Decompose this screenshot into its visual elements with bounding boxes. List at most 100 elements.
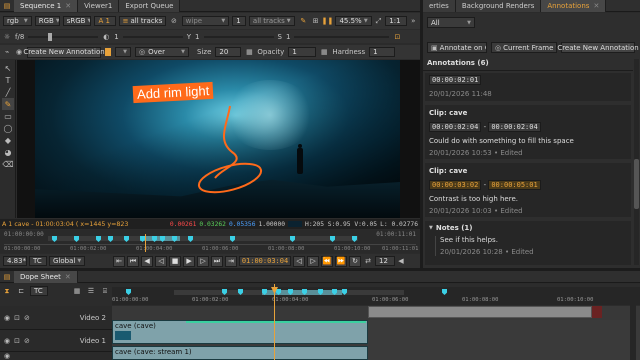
keyframe-marker[interactable] <box>96 236 101 242</box>
grid-icon[interactable]: ▦ <box>72 287 82 295</box>
fill-tool-icon[interactable]: ◆ <box>2 134 14 146</box>
keyframe-marker[interactable] <box>74 236 79 242</box>
fps-field[interactable]: 12 <box>375 256 395 266</box>
lut-dropdown[interactable]: sRGB ▼ <box>62 16 92 26</box>
keyframe-marker[interactable] <box>52 236 57 242</box>
audio-icon[interactable]: ◀ <box>397 257 405 265</box>
keyframe-marker[interactable] <box>108 236 113 242</box>
line-tool-icon[interactable]: ╱ <box>2 86 14 98</box>
text-tool-icon[interactable]: T <box>2 74 14 86</box>
pause-icon[interactable]: ❚❚ <box>322 17 334 25</box>
filter-icon[interactable]: ⌸ <box>100 287 110 296</box>
keyframe-marker[interactable] <box>330 236 335 242</box>
colorspace-dropdown[interactable]: RGB ▼ <box>34 16 60 26</box>
input-b-num[interactable]: 1 <box>232 16 246 26</box>
wipe-dropdown[interactable]: wipe ▼ <box>181 16 230 26</box>
snap-icon[interactable]: ⊏ <box>16 287 26 295</box>
create-annotation-button-2[interactable]: Create New Annotation <box>557 42 639 53</box>
mini-timeline[interactable]: 01:00:00:00 01:00:11:01 01:00:00:00 01:0… <box>0 230 420 253</box>
filter-dropdown[interactable]: All ▼ <box>427 17 475 28</box>
zoom-dropdown[interactable]: 45.5% ▼ <box>335 16 372 26</box>
gap-clip[interactable] <box>368 306 592 318</box>
dope-tc-mode[interactable]: TC <box>30 286 48 296</box>
blend-dropdown[interactable]: ◎ Over ▼ <box>135 47 189 57</box>
scrollbar-thumb[interactable] <box>634 159 639 209</box>
dope-ruler[interactable]: 01:00:00:00 01:00:02:00 01:00:04:00 01:0… <box>112 287 640 305</box>
ellipse-tool-icon[interactable]: ◯ <box>2 122 14 134</box>
tracks-area[interactable]: cave (cave) cave (cave: stream 1) <box>112 306 640 360</box>
rect-tool-icon[interactable]: ▭ <box>2 110 14 122</box>
eraser-tool-icon[interactable]: ⌫ <box>2 158 14 170</box>
s-slider[interactable] <box>294 35 390 38</box>
next-frame-button[interactable]: ▷ <box>197 255 209 267</box>
gain-icon[interactable]: ☼ <box>3 33 11 41</box>
annotation-card[interactable]: 00:00:02:01 20/01/2026 11:48 <box>425 73 631 101</box>
annotations-scrollbar[interactable] <box>634 59 639 265</box>
track-header-video1[interactable]: ◉ ⊡ ⊘ Video 1 <box>0 330 112 352</box>
menu-icon[interactable]: ▤ <box>0 2 14 10</box>
card-tc-out[interactable]: 00:00:02:04 <box>488 122 541 132</box>
tracks-b-dropdown[interactable]: all tracks ▼ <box>248 16 295 26</box>
tab-sequence[interactable]: Sequence 1 ✕ <box>14 0 79 12</box>
first-frame-button[interactable]: ⇤ <box>113 255 125 267</box>
card-tc-out[interactable]: 00:00:05:01 <box>488 180 541 190</box>
card-tc-in[interactable]: 00:00:02:04 <box>429 122 482 132</box>
play-back-button[interactable]: ◁ <box>155 255 167 267</box>
lock-icon[interactable]: ⊡ <box>14 337 20 345</box>
stop-button[interactable]: ■ <box>169 255 181 267</box>
menu-icon[interactable]: ▤ <box>0 273 14 281</box>
close-icon[interactable]: ✕ <box>65 273 71 281</box>
list-icon[interactable]: ☰ <box>86 287 96 295</box>
wipe-icon[interactable]: ⊘ <box>169 17 178 25</box>
eye-icon[interactable]: ◉ <box>15 48 23 56</box>
color-swatch[interactable] <box>105 48 111 56</box>
lock-icon[interactable]: ⊡ <box>393 33 401 41</box>
zoom-factor-dropdown[interactable]: 4.83* <box>3 256 27 266</box>
tab-background-renders[interactable]: Background Renders <box>455 0 542 12</box>
video-clip[interactable]: cave (cave) <box>112 320 368 344</box>
eye-icon[interactable]: ◉ <box>4 352 10 360</box>
crop-icon[interactable]: ⊞ <box>312 17 320 25</box>
loop-button[interactable]: ↻ <box>349 255 361 267</box>
play-button[interactable]: ▶ <box>183 255 195 267</box>
bounce-icon[interactable]: ⇄ <box>363 257 373 265</box>
dope-scrollbar[interactable] <box>630 300 636 360</box>
keyframe-marker[interactable] <box>160 236 165 242</box>
create-annotation-button[interactable]: Create New Annotation <box>23 46 105 58</box>
ratio-dropdown[interactable]: 1:1 <box>385 16 407 26</box>
input-a-dropdown[interactable]: A 1 <box>94 16 116 26</box>
annotate-on-dropdown[interactable]: ▣ Annotate on C <box>427 42 487 53</box>
fit-icon[interactable]: ⤢ <box>375 17 383 26</box>
keyframe-marker[interactable] <box>290 236 295 242</box>
track-header-video0[interactable]: ◉ <box>0 352 112 360</box>
prev-key-button[interactable]: ⏮ <box>127 255 139 267</box>
step-fwd-button[interactable]: ▷ <box>307 255 319 267</box>
tab-dope-sheet[interactable]: Dope Sheet ✕ <box>14 270 78 283</box>
size-field[interactable]: 20 <box>215 47 242 57</box>
viewer-canvas[interactable]: Add rim light <box>17 60 420 218</box>
keyframe-marker[interactable] <box>172 236 177 242</box>
card-tc-in[interactable]: 00:00:03:02 <box>429 180 482 190</box>
gain-slider[interactable] <box>28 32 99 41</box>
gamma-icon[interactable]: ◐ <box>102 33 110 41</box>
expand-icon[interactable]: » <box>410 17 418 25</box>
brush-tool-icon[interactable]: ✎ <box>2 98 14 110</box>
tab-viewer[interactable]: Viewer1 <box>78 0 120 12</box>
mute-icon[interactable]: ⊘ <box>24 337 30 345</box>
tracks-a-dropdown[interactable]: ≡ all tracks <box>118 16 167 26</box>
last-frame-button[interactable]: ⇥ <box>225 255 237 267</box>
marker-icon[interactable]: ⧗ <box>2 287 12 296</box>
stamp-tool-icon[interactable]: ◕ <box>2 146 14 158</box>
eye-icon[interactable]: ◉ <box>4 314 10 322</box>
next-key-button[interactable]: ⏭ <box>211 255 223 267</box>
keyframe-marker[interactable] <box>126 289 131 295</box>
tab-export-queue[interactable]: Export Queue <box>119 0 181 12</box>
video-clip[interactable]: cave (cave: stream 1) <box>112 346 368 360</box>
close-icon[interactable]: ✕ <box>65 2 71 10</box>
eye-icon[interactable]: ◉ <box>4 337 10 345</box>
tab-properties[interactable]: erties <box>423 0 456 12</box>
keyframe-marker[interactable] <box>188 236 193 242</box>
annotation-card[interactable]: Clip: cave 00:00:02:04 - 00:00:02:04 Cou… <box>425 105 631 159</box>
mini-playhead[interactable] <box>145 234 146 252</box>
tab-annotations[interactable]: Annotations ✕ <box>541 0 607 12</box>
